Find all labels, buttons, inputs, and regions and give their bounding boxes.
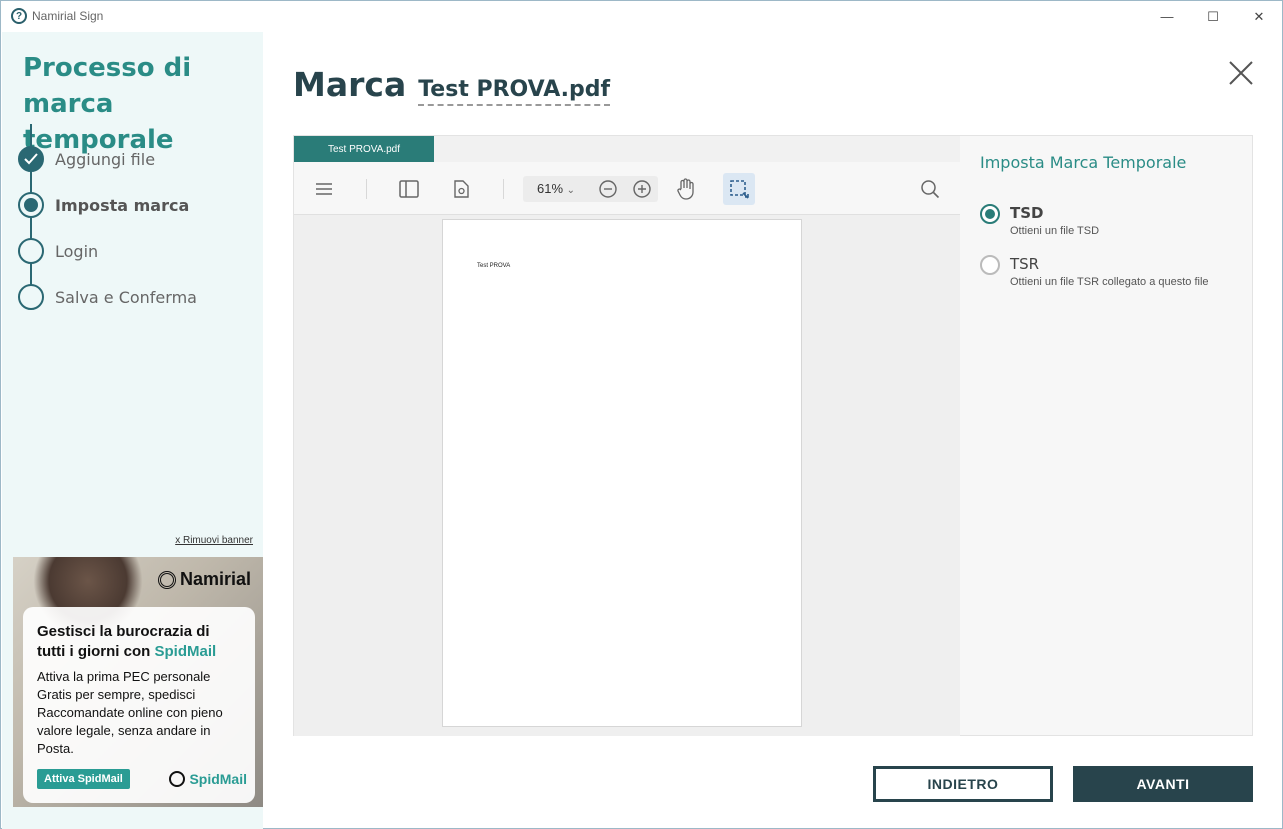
step-label: Salva e Conferma — [55, 287, 197, 307]
step-label: Imposta marca — [55, 195, 190, 215]
radio-tsd[interactable] — [980, 204, 1000, 224]
option-tsr[interactable]: TSR Ottieni un file TSR collegato a ques… — [980, 255, 1209, 288]
step-aggiungi-file: Aggiungi file — [18, 145, 155, 173]
banner-body: Attiva la prima PEC personale Gratis per… — [37, 669, 223, 756]
window-close-button[interactable]: ✕ — [1236, 1, 1282, 32]
pan-hand-icon[interactable] — [672, 175, 700, 203]
viewer-tab-bar: Test PROVA.pdf — [294, 136, 960, 162]
radio-tsr[interactable] — [980, 255, 1000, 275]
options-title: Imposta Marca Temporale — [980, 153, 1187, 172]
close-icon[interactable] — [1227, 59, 1255, 87]
option-label: TSD — [1010, 204, 1044, 222]
pdf-page: Test PROVA — [442, 219, 802, 727]
timestamp-options-panel: Imposta Marca Temporale TSD Ottieni un f… — [960, 135, 1253, 736]
tab-document[interactable]: Test PROVA.pdf — [294, 136, 434, 162]
remove-banner-link[interactable]: x Rimuovi banner — [175, 535, 253, 546]
pending-step-icon — [18, 284, 44, 310]
step-salva-conferma: Salva e Conferma — [18, 283, 197, 311]
banner-card: Gestisci la burocrazia di tutti i giorni… — [23, 607, 255, 803]
option-description: Ottieni un file TSD — [1010, 225, 1100, 237]
title-bar: ? Namirial Sign — ☐ ✕ — [1, 1, 1282, 32]
chevron-down-icon: ⌄ — [566, 185, 576, 196]
app-title: Namirial Sign — [32, 9, 104, 23]
app-logo-icon: ? — [11, 8, 27, 24]
banner-headline: Gestisci la burocrazia di tutti i giorni… — [37, 623, 217, 660]
active-step-icon — [18, 192, 44, 218]
step-label: Aggiungi file — [55, 149, 156, 169]
step-label: Login — [55, 241, 99, 261]
sidebar: Processo di marca temporale Aggiungi fil… — [2, 32, 263, 829]
zoom-out-icon[interactable] — [598, 179, 618, 199]
attiva-spidmail-button[interactable]: Attiva SpidMail — [37, 769, 130, 789]
step-login: Login — [18, 237, 98, 265]
option-description: Ottieni un file TSR collegato a questo f… — [1010, 276, 1209, 288]
page-title-text: Marca — [293, 65, 407, 104]
toolbar-divider — [503, 179, 504, 199]
pending-step-icon — [18, 238, 44, 264]
spidmail-logo-icon — [169, 771, 186, 787]
toolbar-divider — [366, 179, 367, 199]
option-tsd[interactable]: TSD Ottieni un file TSD — [980, 204, 1099, 237]
viewer-toolbar: 61% ⌄ — [294, 162, 960, 215]
option-label: TSR — [1010, 255, 1040, 273]
minimize-button[interactable]: — — [1144, 1, 1190, 32]
check-icon — [18, 146, 44, 172]
sidebar-panel-icon[interactable] — [395, 175, 423, 203]
page-title: Marca Test PROVA.pdf — [293, 65, 611, 106]
page-settings-icon[interactable] — [447, 175, 475, 203]
step-imposta-marca: Imposta marca — [18, 191, 189, 219]
spidmail-logo: SpidMail — [169, 771, 247, 787]
document-area[interactable]: Test PROVA — [294, 216, 960, 736]
brand-name: Namirial — [179, 569, 251, 589]
banner-cta-row: Attiva SpidMail SpidMail — [37, 769, 247, 789]
app-window: ? Namirial Sign — ☐ ✕ Processo di marca … — [0, 0, 1283, 829]
area-select-icon[interactable] — [723, 173, 755, 205]
search-icon[interactable] — [916, 175, 944, 203]
promo-banner[interactable]: Namirial Gestisci la burocrazia di tutti… — [13, 557, 263, 807]
maximize-button[interactable]: ☐ — [1190, 1, 1236, 32]
namirial-logo-icon — [157, 570, 176, 589]
menu-icon[interactable] — [310, 175, 338, 203]
filename-link[interactable]: Test PROVA.pdf — [418, 77, 611, 106]
page-text: Test PROVA — [477, 263, 511, 269]
sidebar-title: Processo di marca temporale — [23, 53, 192, 155]
back-button[interactable]: INDIETRO — [873, 766, 1053, 802]
zoom-dropdown[interactable]: 61% ⌄ — [537, 181, 575, 196]
pdf-viewer: Test PROVA.pdf 61% ⌄ Test PROVA — [293, 135, 961, 736]
zoom-control: 61% ⌄ — [523, 176, 658, 202]
namirial-logo: Namirial — [157, 569, 251, 590]
next-button[interactable]: AVANTI — [1073, 766, 1253, 802]
zoom-in-icon[interactable] — [632, 179, 652, 199]
